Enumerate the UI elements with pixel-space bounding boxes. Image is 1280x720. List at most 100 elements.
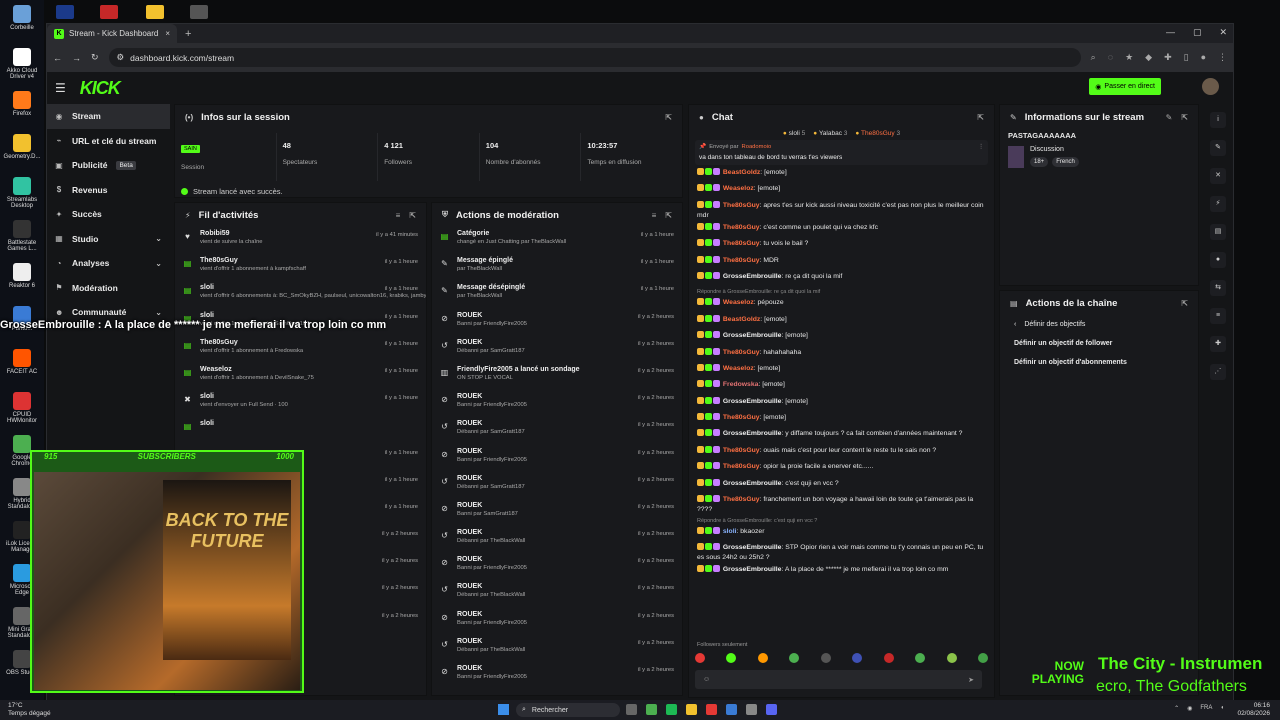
chevron-up-icon[interactable]: ⌃ xyxy=(1174,705,1179,712)
popout-icon[interactable]: ⇱ xyxy=(1181,299,1188,308)
network-icon[interactable]: ◉ xyxy=(1187,705,1192,712)
chat-username[interactable]: The80sGuy xyxy=(723,496,760,503)
chat-username[interactable]: The80sGuy xyxy=(723,240,760,247)
sidebar-item[interactable]: ▦ Studio ⌄ xyxy=(47,227,170,252)
emote-icon[interactable] xyxy=(977,653,988,663)
edit-icon[interactable]: ✎ xyxy=(1210,140,1226,156)
set-follower-goal-button[interactable]: Définir un objectif de follower xyxy=(1000,334,1198,353)
chat-username[interactable]: BeastGoldz xyxy=(723,316,760,323)
desktop-shortcut-icon[interactable] xyxy=(100,5,118,19)
popout-icon[interactable]: ⇱ xyxy=(409,211,416,220)
sidebar-item[interactable]: ✦ Succès xyxy=(47,202,170,227)
discord-icon[interactable] xyxy=(766,704,777,715)
chevron-down-icon[interactable]: ⌄ xyxy=(155,259,162,268)
info-icon[interactable]: i xyxy=(1210,112,1226,128)
emote-icon[interactable] xyxy=(946,653,957,663)
desktop-shortcut-icon[interactable] xyxy=(190,5,208,19)
sidebar-item[interactable]: ⚑ Modération xyxy=(47,276,170,301)
tools-icon[interactable]: ✚ xyxy=(1210,336,1226,352)
task-view-icon[interactable] xyxy=(626,704,637,715)
chat-message[interactable]: The80sGuy: MDR xyxy=(689,255,994,271)
chat-username[interactable]: The80sGuy xyxy=(723,447,760,454)
edit-icon[interactable]: ✎ xyxy=(1166,113,1173,122)
desktop-icon[interactable]: FACEIT AC xyxy=(2,349,42,375)
chat-username[interactable]: The80sGuy xyxy=(723,463,760,470)
raid-icon[interactable]: ✕ xyxy=(1210,168,1226,184)
chrome-icon[interactable] xyxy=(646,704,657,715)
chat-message[interactable]: Weaseloz: [emote] xyxy=(689,183,994,199)
hamburger-menu-icon[interactable]: ☰ xyxy=(55,81,66,95)
extension-icon[interactable]: ◆ xyxy=(1145,52,1152,63)
desktop-icon[interactable]: Akko Cloud Driver v4 xyxy=(2,48,42,80)
chat-username[interactable]: GrosseEmbrouille xyxy=(723,398,782,405)
desktop-icon[interactable]: Battlestate Games L... xyxy=(2,220,42,252)
send-icon[interactable]: ➤ xyxy=(968,676,974,684)
kick-logo[interactable]: KICK xyxy=(80,78,121,99)
emote-icon[interactable] xyxy=(852,653,863,663)
chat-username[interactable]: The80sGuy xyxy=(723,257,760,264)
chat-username[interactable]: GrosseEmbrouille xyxy=(723,332,782,339)
chat-message[interactable]: GrosseEmbrouille: re ça dit quoi la mif xyxy=(689,271,994,287)
desktop-icon[interactable]: Streamlabs Desktop xyxy=(2,177,42,209)
chat-username[interactable]: Weaseloz xyxy=(723,185,754,192)
desktop-icon[interactable]: Geometry.D... xyxy=(2,134,42,160)
chat-username[interactable]: sloli xyxy=(723,528,737,535)
chat-icon[interactable]: ● xyxy=(1210,252,1226,268)
app-icon[interactable] xyxy=(706,704,717,715)
reload-icon[interactable]: ↻ xyxy=(91,52,99,63)
spotify-icon[interactable] xyxy=(666,704,677,715)
popout-icon[interactable]: ⇱ xyxy=(977,113,984,122)
chat-username[interactable]: The80sGuy xyxy=(723,202,760,209)
chat-username[interactable]: BeastGoldz xyxy=(723,169,760,176)
chat-message[interactable]: The80sGuy: c'est comme un poulet qui va … xyxy=(689,222,994,238)
eye-off-icon[interactable]: ◌ xyxy=(1108,52,1113,63)
go-live-button[interactable]: ◉ Passer en direct xyxy=(1089,78,1161,95)
profile-icon[interactable]: ● xyxy=(1201,52,1206,63)
volume-icon[interactable]: ◖ xyxy=(1220,705,1224,712)
clip-icon[interactable]: ▤ xyxy=(1210,224,1226,240)
list-icon[interactable]: ≡ xyxy=(1210,308,1226,324)
emote-picker-icon[interactable]: ☺ xyxy=(703,676,710,683)
chat-username[interactable]: The80sGuy xyxy=(723,349,760,356)
emote-icon[interactable] xyxy=(915,653,926,663)
chat-username[interactable]: GrosseEmbrouille xyxy=(723,273,782,280)
back-icon[interactable]: ← xyxy=(53,53,62,63)
set-sub-goal-button[interactable]: Définir un objectif d'abonnements xyxy=(1000,353,1198,372)
sidebar-item[interactable]: ◔ Analyses ⌄ xyxy=(47,251,170,276)
chat-message[interactable]: Fredowska: [emote] xyxy=(689,379,994,395)
sidebar-item[interactable]: ▣ Publicité Beta xyxy=(47,153,170,178)
desktop-icon[interactable]: CPUID HWMonitor xyxy=(2,392,42,424)
chat-username[interactable]: GrosseEmbrouille xyxy=(723,544,782,551)
weather-widget[interactable]: 17°C Temps dégagé xyxy=(8,702,51,718)
puzzle-icon[interactable]: ✚ xyxy=(1164,52,1172,63)
chevron-down-icon[interactable]: ⌄ xyxy=(155,308,162,317)
chat-message[interactable]: GrosseEmbrouille: c'est quji en vcc ? xyxy=(689,478,994,494)
chat-message[interactable]: The80sGuy: [emote] xyxy=(689,412,994,428)
chat-username[interactable]: GrosseEmbrouille xyxy=(723,480,782,487)
chat-message[interactable]: GrosseEmbrouille: [emote] xyxy=(689,330,994,346)
maximize-button[interactable]: ▢ xyxy=(1193,27,1202,38)
chat-username[interactable]: The80sGuy xyxy=(723,414,760,421)
emote-icon[interactable] xyxy=(757,653,768,663)
minimize-button[interactable]: — xyxy=(1166,27,1175,38)
chat-message[interactable]: The80sGuy: apres t'es sur kick aussi niv… xyxy=(689,200,994,222)
chat-message[interactable]: GrosseEmbrouille: y diffame toujours ? c… xyxy=(689,428,994,444)
forward-icon[interactable]: → xyxy=(72,53,81,63)
popout-icon[interactable]: ⇱ xyxy=(665,113,672,122)
chat-message[interactable]: GrosseEmbrouille: [emote] xyxy=(689,396,994,412)
chat-username[interactable]: GrosseEmbrouille xyxy=(723,430,782,437)
host-icon[interactable]: ⇆ xyxy=(1210,280,1226,296)
chevron-down-icon[interactable]: ⌄ xyxy=(155,234,162,243)
chat-username[interactable]: Fredowska xyxy=(723,381,759,388)
chat-message[interactable]: The80sGuy: hahahahaha xyxy=(689,347,994,363)
bolt-icon[interactable]: ⚡ xyxy=(1210,196,1226,212)
windows-start-icon[interactable] xyxy=(498,704,509,715)
desktop-icon[interactable]: Firefox xyxy=(2,91,42,117)
desktop-icon[interactable]: Reaktor 6 xyxy=(2,263,42,289)
desktop-shortcut-icon[interactable] xyxy=(56,5,74,19)
sidebar-item[interactable]: $ Revenus xyxy=(47,178,170,203)
desktop-icon[interactable]: Corbeille xyxy=(2,5,42,31)
emote-icon[interactable] xyxy=(820,653,831,663)
avatar[interactable] xyxy=(1202,78,1219,95)
chat-message[interactable]: sloli: bkaozer xyxy=(689,526,994,542)
